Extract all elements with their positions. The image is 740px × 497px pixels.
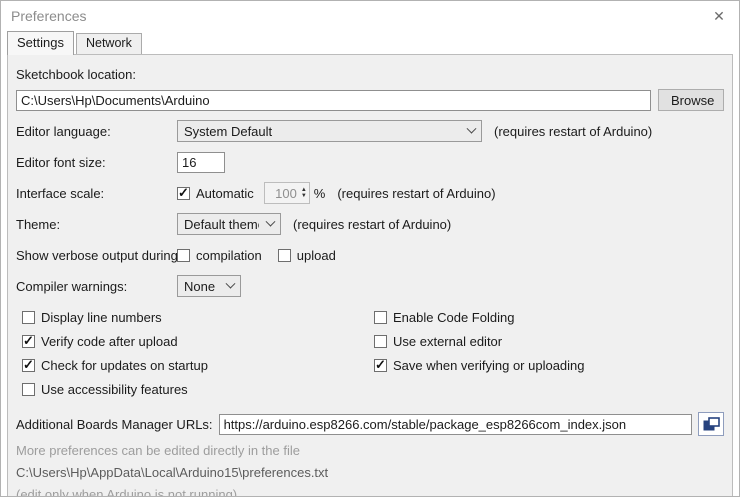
save-when-verifying-checkbox[interactable]: Save when verifying or uploading	[374, 357, 585, 373]
sketchbook-row: Browse	[16, 89, 724, 111]
boards-manager-row: Additional Boards Manager URLs:	[16, 412, 724, 436]
display-line-numbers-checkbox[interactable]: Display line numbers	[22, 310, 162, 325]
verify-code-after-upload-checkbox[interactable]: Verify code after upload	[22, 333, 178, 349]
verbose-upload-checkbox[interactable]: upload	[277, 247, 336, 263]
verify-code-after-upload-label: Verify code after upload	[41, 334, 178, 349]
new-window-icon	[703, 416, 720, 432]
enable-code-folding-checkbox[interactable]: Enable Code Folding	[374, 310, 514, 325]
close-icon[interactable]: ✕	[699, 8, 739, 25]
edit-warning-note: (edit only when Arduino is not running)	[16, 487, 238, 497]
use-external-editor-checkbox[interactable]: Use external editor	[374, 334, 502, 349]
editor-language-label: Editor language:	[16, 123, 111, 139]
checkbox-unchecked-icon	[374, 335, 387, 348]
enable-code-folding-label: Enable Code Folding	[393, 310, 515, 325]
tab-network[interactable]: Network	[75, 33, 142, 54]
check-for-updates-label: Check for updates on startup	[41, 358, 208, 373]
editor-font-size-label: Editor font size:	[16, 154, 106, 170]
title-bar: Preferences ✕	[1, 1, 739, 31]
boards-manager-urls-button[interactable]	[698, 412, 724, 436]
boards-manager-urls-input[interactable]	[218, 413, 692, 435]
checkbox-unchecked-icon	[22, 311, 35, 324]
chevron-down-icon	[466, 123, 477, 134]
editor-language-select[interactable]: System Default	[177, 120, 482, 142]
chevron-down-icon	[265, 216, 276, 227]
save-when-verifying-label: Save when verifying or uploading	[393, 358, 585, 373]
display-line-numbers-label: Display line numbers	[41, 310, 162, 325]
interface-scale-spinner[interactable]: 100 ▲ ▼	[263, 182, 310, 204]
chevron-down-icon	[225, 278, 236, 289]
checkbox-unchecked-icon	[277, 248, 291, 262]
checkbox-unchecked-icon	[177, 248, 190, 262]
compiler-warnings-label: Compiler warnings:	[16, 278, 128, 294]
browse-button[interactable]: Browse	[658, 89, 724, 111]
verbose-output-label: Show verbose output during:	[16, 247, 182, 263]
interface-scale-label: Interface scale:	[16, 185, 105, 201]
checkbox-checked-icon	[177, 185, 190, 201]
preferences-dialog: Preferences ✕ Settings Network Sketchboo…	[0, 0, 740, 497]
interface-scale-value: 100	[275, 185, 297, 201]
tab-settings[interactable]: Settings	[7, 31, 74, 55]
checkbox-unchecked-icon	[22, 383, 35, 396]
window-title: Preferences	[11, 8, 87, 24]
preferences-file-path: C:\Users\Hp\AppData\Local\Arduino15\pref…	[16, 465, 329, 480]
checkbox-checked-icon	[374, 357, 387, 373]
interface-scale-hint: (requires restart of Arduino)	[337, 185, 496, 201]
verbose-output-row: Show verbose output during: compilation …	[16, 244, 724, 266]
theme-value: Default theme	[184, 216, 259, 232]
compiler-warnings-value: None	[184, 278, 216, 294]
theme-select[interactable]: Default theme	[177, 213, 281, 235]
use-accessibility-features-checkbox[interactable]: Use accessibility features	[22, 382, 188, 397]
more-preferences-note: More preferences can be edited directly …	[16, 443, 300, 458]
verbose-compilation-label: compilation	[196, 247, 262, 263]
sketchbook-location-label: Sketchbook location:	[16, 67, 136, 82]
theme-hint: (requires restart of Arduino)	[293, 216, 452, 232]
settings-panel: Sketchbook location: Browse Editor langu…	[7, 54, 733, 497]
editor-language-hint: (requires restart of Arduino)	[494, 123, 653, 139]
verbose-upload-label: upload	[296, 247, 336, 263]
checkbox-checked-icon	[22, 357, 35, 373]
theme-row: Theme: Default theme (requires restart o…	[16, 213, 724, 235]
compiler-warnings-row: Compiler warnings: None	[16, 275, 724, 297]
boards-manager-label: Additional Boards Manager URLs:	[16, 416, 213, 432]
compiler-warnings-select[interactable]: None	[177, 275, 241, 297]
editor-language-row: Editor language: System Default (require…	[16, 120, 724, 142]
theme-label: Theme:	[16, 216, 61, 232]
interface-scale-row: Interface scale: Automatic 100 ▲▼ % (req…	[16, 182, 724, 204]
checkbox-checked-icon	[22, 333, 35, 349]
spinner-arrows-icon[interactable]: ▲ ▼	[299, 187, 309, 199]
checkbox-unchecked-icon	[374, 311, 387, 324]
options-checkbox-grid: Display line numbers Enable Code Folding…	[22, 310, 724, 399]
verbose-compilation-checkbox[interactable]: compilation	[177, 248, 262, 263]
automatic-scale-checkbox[interactable]: Automatic	[177, 185, 254, 201]
editor-font-size-row: Editor font size:	[16, 151, 724, 173]
editor-font-size-input[interactable]	[177, 151, 225, 173]
automatic-scale-checkbox-label: Automatic	[196, 185, 254, 201]
sketchbook-location-input[interactable]	[16, 89, 651, 111]
use-external-editor-label: Use external editor	[393, 334, 503, 349]
use-accessibility-features-label: Use accessibility features	[41, 382, 188, 397]
check-for-updates-checkbox[interactable]: Check for updates on startup	[22, 357, 208, 373]
tab-strip: Settings Network	[1, 31, 739, 55]
interface-scale-unit: %	[313, 185, 326, 201]
editor-language-value: System Default	[184, 123, 273, 139]
